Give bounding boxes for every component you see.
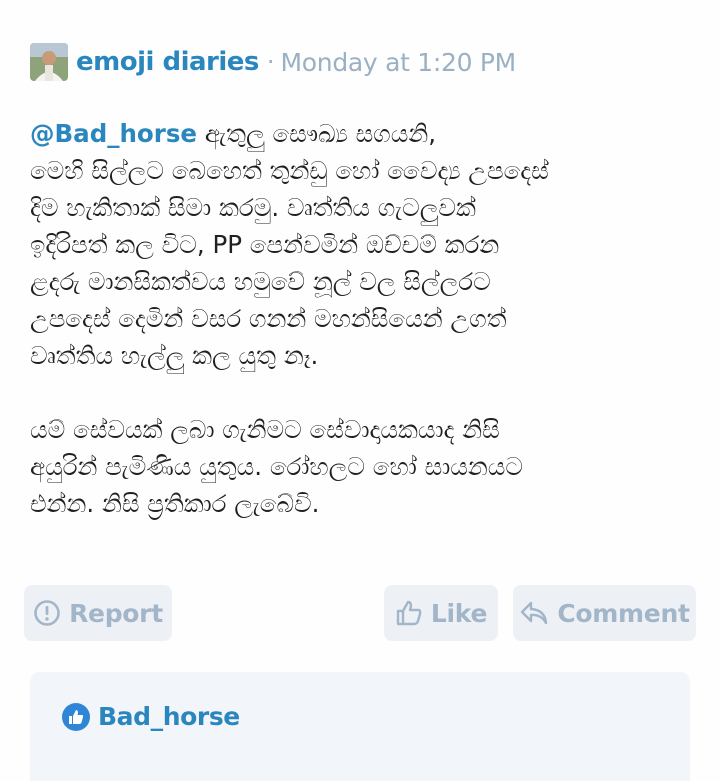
thumbs-up-icon xyxy=(396,600,422,626)
comment-button[interactable]: Comment xyxy=(513,585,696,641)
report-button[interactable]: Report xyxy=(24,585,172,641)
avatar[interactable] xyxy=(30,43,68,81)
liker-name-link[interactable]: Bad_horse xyxy=(98,702,240,731)
reply-arrow-icon xyxy=(521,601,548,625)
avatar-image xyxy=(30,43,68,81)
like-label: Like xyxy=(430,598,488,628)
author-link[interactable]: emoji diaries xyxy=(76,47,259,77)
post-header: emoji diaries · Monday at 1:20 PM xyxy=(30,40,516,84)
post-card: emoji diaries · Monday at 1:20 PM @Bad_h… xyxy=(0,0,720,781)
mention-link[interactable]: @Bad_horse xyxy=(30,119,197,148)
likes-summary: Bad_horse xyxy=(30,672,690,781)
post-paragraph-1: @Bad_horse ඇතුලු සෞඛ්‍ය සගයනි, මෙහි සිල්… xyxy=(30,115,700,374)
paragraph-1-text: ඇතුලු සෞඛ්‍ය සගයනි, මෙහි සිල්ලට බෙහෙත් ත… xyxy=(30,119,549,370)
exclamation-circle-icon xyxy=(34,600,60,626)
thumbs-up-badge-icon xyxy=(62,702,90,731)
comment-label: Comment xyxy=(557,598,690,628)
post-timestamp[interactable]: Monday at 1:20 PM xyxy=(281,48,517,77)
post-body: @Bad_horse ඇතුලු සෞඛ්‍ය සගයනි, මෙහි සිල්… xyxy=(30,115,700,559)
post-paragraph-2: යම් සේවයක් ලබා ගැනිමට සේවාදායකයාද නිසි අ… xyxy=(30,415,523,518)
header-separator: · xyxy=(266,48,275,76)
thumbs-up-glyph-icon xyxy=(69,709,84,724)
likes-row: Bad_horse xyxy=(62,702,240,731)
report-label: Report xyxy=(69,598,163,628)
like-button[interactable]: Like xyxy=(384,585,498,641)
